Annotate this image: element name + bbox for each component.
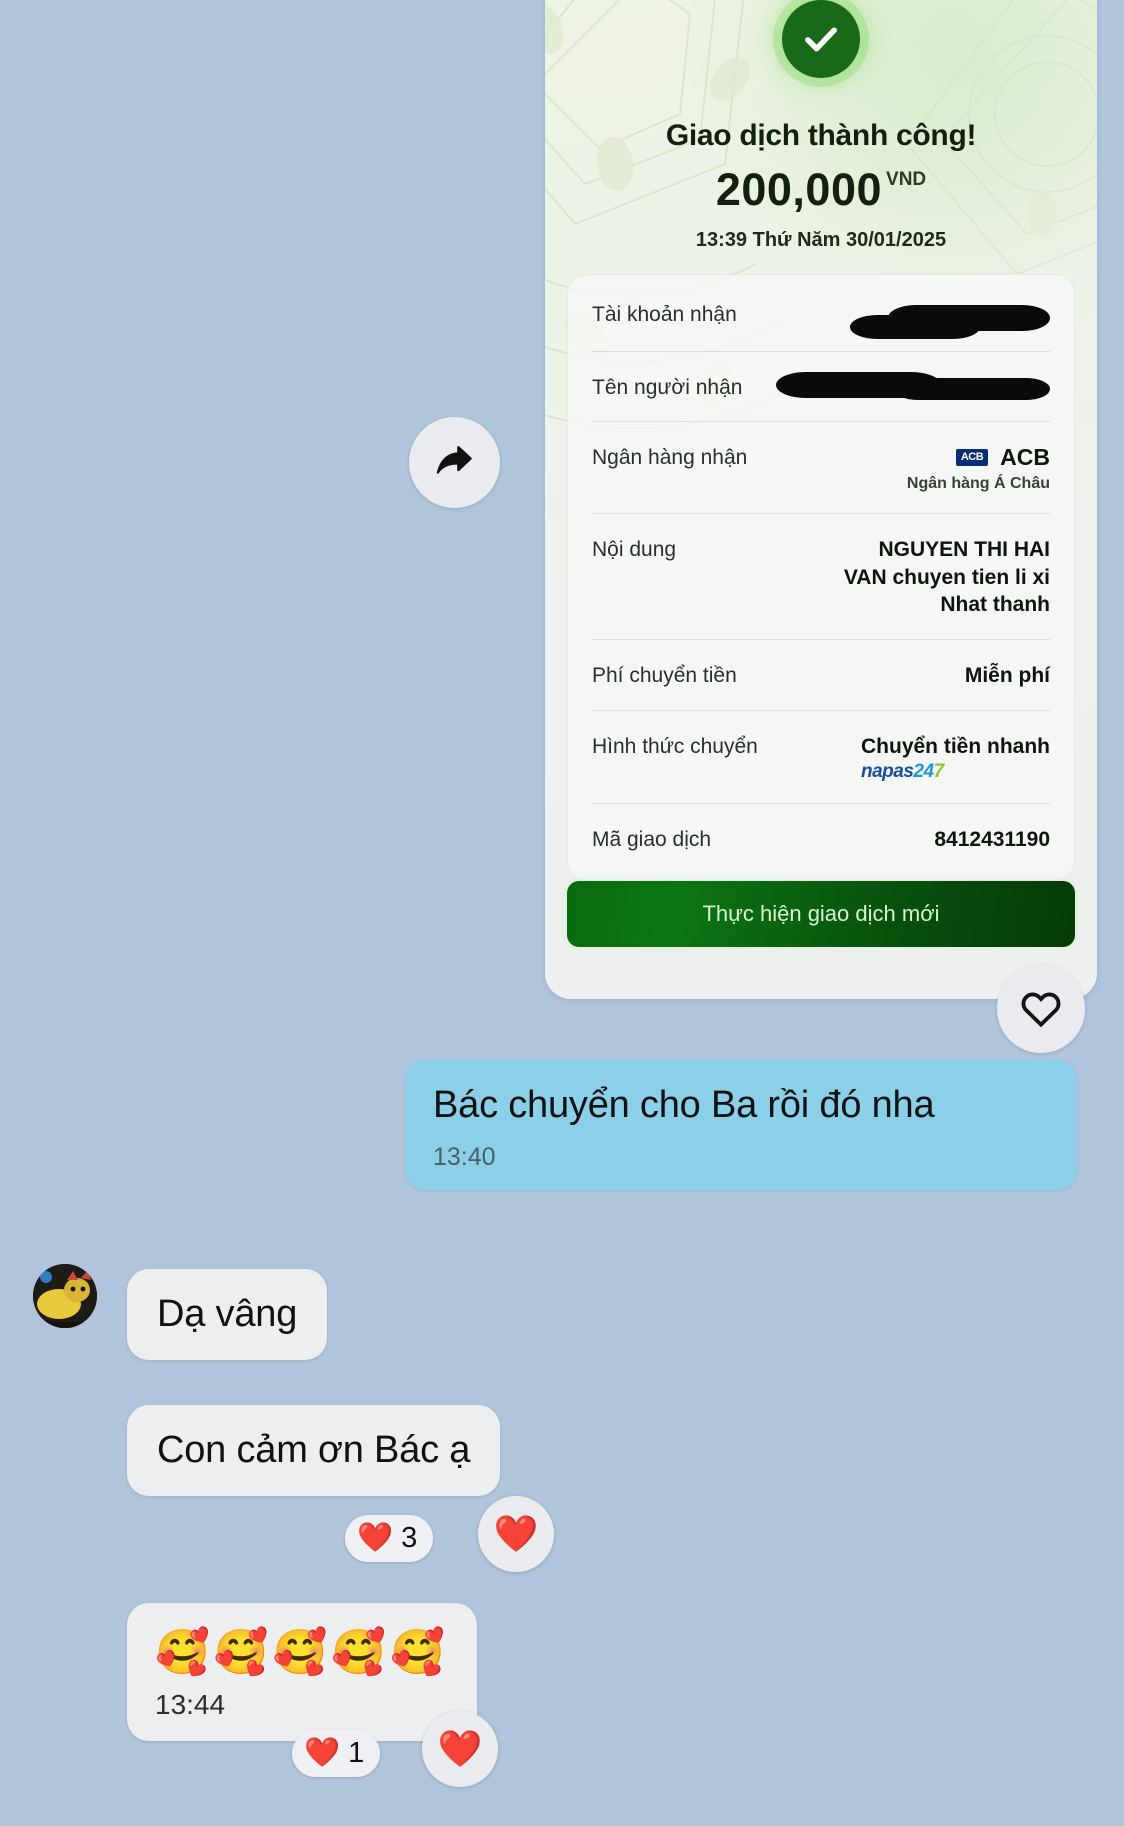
receipt-row-account: Tài khoản nhận: [592, 279, 1050, 352]
content-value: NGUYEN THI HAI VAN chuyen tien li xi Nha…: [844, 536, 1050, 619]
message-timestamp: 13:40: [433, 1143, 496, 1171]
row-label-bank: Ngân hàng nhận: [592, 446, 748, 469]
napas-logo-24: 24: [913, 760, 934, 782]
message-reaction-badge[interactable]: ❤️ 3: [345, 1515, 434, 1562]
redacted-account-number: [850, 305, 1050, 339]
bank-value-group: ACB ACB Ngân hàng Á Châu: [907, 444, 1050, 493]
receipt-row-method: Hình thức chuyển Chuyển tiền nhanh napas…: [592, 711, 1050, 804]
check-circle-icon: [782, 0, 860, 78]
napas-247-logo-icon: napas247: [861, 761, 944, 782]
message-text: Dạ vâng: [157, 1293, 298, 1335]
heart-emoji-icon: ❤️: [437, 1728, 483, 1769]
heart-emoji-icon: ❤️: [304, 1737, 341, 1769]
receipt-amount-row: 200,000 VND: [545, 164, 1097, 216]
content-line-1: NGUYEN THI HAI: [878, 538, 1050, 561]
message-text: Bác chuyển cho Ba rồi đó nha: [433, 1084, 935, 1126]
incoming-message-bubble[interactable]: 🥰🥰🥰🥰🥰 13:44: [127, 1603, 477, 1741]
message-emoji-text: 🥰🥰🥰🥰🥰: [155, 1628, 449, 1677]
incoming-message-bubble[interactable]: Con cảm ơn Bác ạ: [127, 1405, 501, 1496]
receipt-row-bank: Ngân hàng nhận ACB ACB Ngân hàng Á Châu: [592, 422, 1050, 514]
avatar-image: [33, 1264, 97, 1328]
receipt-background: Giao dịch thành công! 200,000 VND 13:39 T…: [545, 0, 1097, 999]
acb-logo-icon: ACB: [955, 449, 989, 466]
receipt-row-recipient-name: Tên người nhận: [592, 352, 1050, 422]
receipt-amount: 200,000: [715, 164, 883, 215]
napas-logo-word: napas: [861, 760, 914, 782]
react-heart-button[interactable]: ❤️: [478, 1496, 554, 1572]
new-transaction-button[interactable]: Thực hiện giao dịch mới: [567, 881, 1075, 947]
method-value-group: Chuyển tiền nhanh napas247: [861, 733, 1050, 783]
reaction-count: 1: [348, 1737, 365, 1769]
heart-emoji-icon: ❤️: [357, 1522, 394, 1554]
redacted-recipient-name: [776, 372, 1050, 400]
bank-line: ACB ACB: [907, 444, 1050, 471]
receipt-row-transaction-code: Mã giao dịch 8412431190: [592, 804, 1050, 874]
napas-logo-7: 7: [933, 760, 945, 782]
bank-short-name: ACB: [1000, 444, 1050, 470]
row-label-recipient-name: Tên người nhận: [592, 376, 743, 399]
content-line-3: Nhat thanh: [940, 593, 1050, 617]
receipt-detail-panel: Tài khoản nhận Tên người nhận Ngân hàng …: [567, 274, 1075, 881]
avatar: [33, 1264, 97, 1328]
transaction-receipt-image[interactable]: Giao dịch thành công! 200,000 VND 13:39 T…: [545, 0, 1097, 999]
receipt-row-content: Nội dung NGUYEN THI HAI VAN chuyen tien …: [592, 514, 1050, 641]
outgoing-message-bubble[interactable]: Bác chuyển cho Ba rồi đó nha 13:40: [405, 1060, 1077, 1190]
forward-message-button[interactable]: [409, 417, 500, 508]
message-timestamp: 13:44: [155, 1688, 226, 1720]
method-value: Chuyển tiền nhanh: [861, 734, 1050, 758]
row-label-content: Nội dung: [592, 538, 677, 561]
heart-outline-icon: [1021, 992, 1061, 1028]
receipt-row-fee: Phí chuyển tiền Miễn phí: [592, 640, 1050, 711]
favorite-message-button[interactable]: [997, 965, 1085, 1053]
content-line-2: VAN chuyen tien li xi: [843, 565, 1050, 589]
react-heart-button[interactable]: ❤️: [422, 1711, 498, 1787]
fee-value: Miễn phí: [964, 664, 1050, 688]
message-text: Con cảm ơn Bác ạ: [157, 1429, 471, 1471]
receipt-title: Giao dịch thành công!: [665, 119, 977, 152]
bank-full-name: Ngân hàng Á Châu: [906, 475, 1050, 492]
heart-emoji-icon: ❤️: [493, 1513, 539, 1554]
row-label-method: Hình thức chuyển: [592, 734, 758, 758]
transaction-code-value: 8412431190: [934, 827, 1050, 851]
forward-arrow-icon: [436, 445, 472, 474]
row-label-account: Tài khoản nhận: [592, 303, 737, 326]
receipt-datetime: 13:39 Thứ Năm 30/01/2025: [695, 229, 947, 251]
row-label-transaction-code: Mã giao dịch: [592, 827, 712, 851]
row-label-fee: Phí chuyển tiền: [592, 664, 737, 688]
reaction-count: 3: [401, 1522, 418, 1554]
incoming-message-bubble[interactable]: Dạ vâng: [127, 1269, 328, 1360]
receipt-currency: VND: [886, 169, 927, 190]
message-reaction-badge[interactable]: ❤️ 1: [292, 1730, 381, 1777]
